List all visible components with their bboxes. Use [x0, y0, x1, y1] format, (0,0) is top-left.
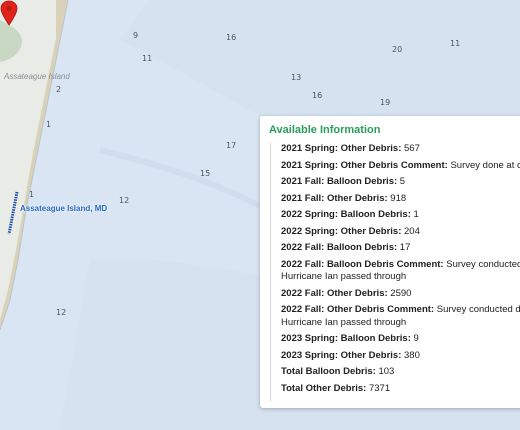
info-value: 567 [404, 143, 420, 154]
info-value: 2590 [390, 287, 412, 299]
info-list: 2021 Spring: Other Debris: 567 2021 Spri… [270, 143, 520, 401]
info-label: Total Other Debris: [281, 382, 367, 394]
info-row: 2021 Fall: Other Debris: 918 [271, 193, 520, 206]
depth-label: 13 [291, 73, 302, 82]
depth-label: 11 [142, 54, 153, 63]
depth-label: 12 [56, 308, 67, 317]
info-row: Total Balloon Debris: 103 [271, 366, 520, 379]
info-row: 2021 Spring: Other Debris Comment: Surve… [271, 160, 520, 173]
island-label: Assateague Island [4, 72, 70, 81]
depth-label: 1 [29, 190, 35, 199]
info-popup[interactable]: Available Information 2021 Spring: Other… [260, 116, 520, 408]
depth-label: 1 [46, 120, 52, 129]
info-label: 2021 Fall: Balloon Debris: [281, 176, 398, 187]
info-row: 2022 Spring: Balloon Debris: 1 [271, 209, 520, 222]
info-value: Survey done at o [450, 159, 520, 171]
depth-label: 16 [226, 33, 237, 42]
depth-label: 11 [450, 39, 461, 48]
depth-label: 2 [56, 85, 62, 94]
info-label: 2022 Fall: Balloon Debris: [281, 242, 398, 253]
info-label: 2021 Spring: Other Debris: [281, 143, 402, 154]
info-row: 2021 Spring: Other Debris: 567 [271, 143, 520, 156]
info-row: 2022 Spring: Other Debris: 204 [271, 226, 520, 239]
depth-label: 12 [119, 196, 130, 205]
info-label: 2022 Spring: Other Debris: [281, 225, 402, 237]
info-row: Total Other Debris: 7371 [271, 383, 520, 396]
info-label: 2021 Fall: Other Debris: [281, 192, 388, 204]
info-value: 5 [399, 176, 406, 187]
depth-label: 9 [133, 31, 139, 40]
depth-label: 17 [226, 141, 237, 150]
info-label: 2021 Spring: Other Debris Comment: [281, 159, 448, 171]
info-value: 103 [378, 366, 395, 377]
info-value: 9 [413, 333, 419, 344]
info-row: 2022 Fall: Other Debris: 2590 [271, 288, 520, 301]
info-label: 2022 Spring: Balloon Debris: [281, 209, 411, 220]
info-label: Total Balloon Debris: [281, 366, 376, 377]
info-value: 204 [404, 225, 420, 237]
info-row: 2023 Spring: Other Debris: 380 [271, 350, 520, 363]
info-row: 2022 Fall: Balloon Debris Comment: Surve… [271, 259, 520, 284]
info-label: 2022 Fall: Other Debris: [281, 287, 388, 299]
popup-title: Available Information [269, 124, 381, 136]
info-label: 2022 Fall: Balloon Debris Comment: [281, 258, 444, 270]
info-row: 2023 Spring: Balloon Debris: 9 [271, 333, 520, 346]
info-row: 2021 Fall: Balloon Debris: 5 [271, 176, 520, 189]
depth-label: 15 [200, 169, 211, 178]
depth-label: 19 [380, 98, 391, 107]
info-value: 1 [413, 209, 419, 220]
info-label: 2023 Spring: Balloon Debris: [281, 333, 411, 344]
location-pin-icon[interactable] [0, 0, 18, 26]
info-row: 2022 Fall: Other Debris Comment: Survey … [271, 304, 520, 329]
info-label: 2022 Fall: Other Debris Comment: [281, 304, 435, 315]
info-row: 2022 Fall: Balloon Debris: 17 [271, 242, 520, 255]
site-label[interactable]: Assateague Island, MD [20, 204, 107, 213]
depth-label: 16 [312, 91, 323, 100]
info-value: 7371 [368, 382, 391, 394]
depth-label: 20 [392, 45, 403, 54]
info-label: 2023 Spring: Other Debris: [281, 349, 402, 361]
info-value: 380 [404, 349, 420, 361]
info-value: 17 [399, 242, 411, 253]
info-value: 918 [390, 192, 407, 204]
